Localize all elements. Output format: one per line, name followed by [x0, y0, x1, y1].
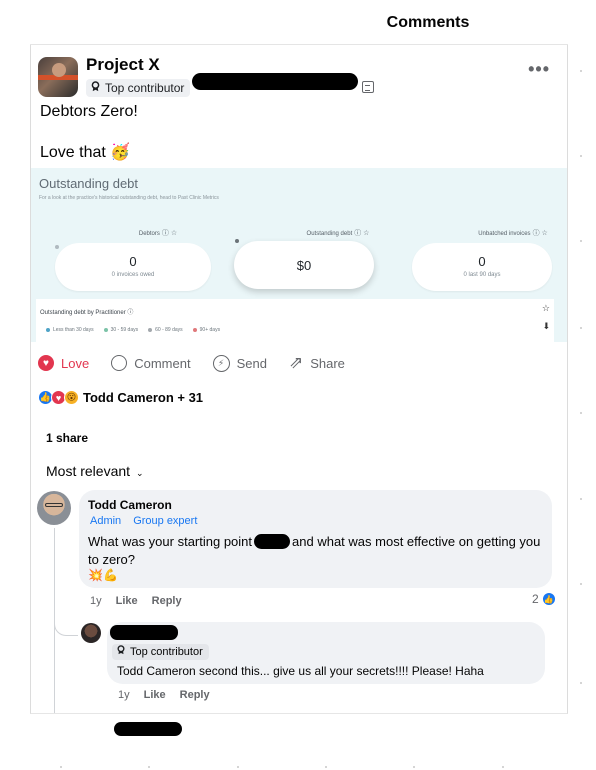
- badge-icon: [116, 644, 126, 660]
- like-comment-button[interactable]: Like: [116, 595, 138, 607]
- calendar-icon: [362, 81, 374, 93]
- love-button[interactable]: ♥ Love: [38, 355, 89, 371]
- metric-note: 0 invoices owed: [111, 272, 155, 278]
- metric-value: 0: [478, 254, 486, 269]
- radio-dot-selected: [235, 239, 239, 243]
- legend-swatch: [103, 328, 108, 332]
- metric-card-outstanding-debt: $0: [234, 241, 374, 289]
- metric-value: 0: [129, 254, 137, 269]
- metric-label-unbatched: Unbatched invoices ⓘ ☆: [478, 230, 548, 237]
- share-button[interactable]: ⇗ Share: [288, 353, 345, 372]
- comment-emoji: 💥💪: [88, 568, 118, 582]
- post-image-dashboard[interactable]: Outstanding debt For a look at the pract…: [31, 168, 567, 342]
- comment-text: What was your starting point and what was…: [88, 534, 541, 567]
- more-options-button[interactable]: •••: [528, 59, 550, 80]
- redacted-name: [110, 625, 178, 640]
- legend-swatch: [148, 328, 153, 332]
- post-frame-top-border: [30, 44, 568, 45]
- commenter-name[interactable]: Todd Cameron: [88, 498, 172, 512]
- reply-button[interactable]: Reply: [152, 595, 182, 607]
- badge-label: Top contributor: [105, 81, 185, 95]
- post-header: Project X Top contributor •••: [38, 55, 558, 97]
- avatar-face: [52, 63, 66, 77]
- group-expert-tag: Group expert: [133, 515, 198, 527]
- badge-icon: [90, 79, 101, 97]
- info-icon: ⓘ ☆: [354, 230, 370, 237]
- practitioner-title: Outstanding debt by Practitioner ⓘ: [40, 310, 134, 316]
- chevron-down-icon: ⌄: [136, 468, 144, 478]
- practitioner-section: Outstanding debt by Practitioner ⓘ Less …: [36, 299, 554, 342]
- post-author-name[interactable]: Project X: [86, 55, 160, 75]
- metric-note: 0 last 90 days: [463, 272, 501, 278]
- top-contributor-badge: Top contributor: [112, 644, 209, 660]
- reaction-text: Todd Cameron + 31: [83, 390, 204, 405]
- card-subtitle: For a look at the practice's historical …: [39, 195, 219, 201]
- commenter-avatar[interactable]: [37, 491, 71, 525]
- page-title: Comments: [386, 14, 470, 31]
- share-count[interactable]: 1 share: [46, 431, 88, 445]
- share-icon: ⇗: [288, 353, 304, 372]
- post-text-line-2: Love that 🥳: [40, 142, 130, 162]
- post-text: Love that: [40, 144, 106, 161]
- comment-sort-dropdown[interactable]: Most relevant ⌄: [46, 463, 144, 479]
- info-icon: ⓘ ☆: [532, 230, 548, 237]
- redacted-text: [114, 722, 182, 736]
- love-label: Love: [61, 355, 90, 371]
- like-reaction-icon: 👍: [541, 592, 556, 606]
- share-label: Share: [310, 355, 345, 371]
- post-action-bar: ♥ Love Comment ⚡ Send ⇗ Share: [38, 352, 367, 374]
- radio-dot: [55, 245, 59, 249]
- admin-tag: Admin: [90, 515, 122, 527]
- legend-swatch: [192, 328, 197, 332]
- like-reply-button[interactable]: Like: [144, 689, 166, 701]
- comment-icon: [111, 355, 128, 371]
- metric-card-debtors: 0 0 invoices owed: [55, 243, 211, 291]
- redacted-text: [192, 73, 358, 90]
- legend-swatch: [46, 328, 50, 332]
- legend-item: Less than 30 days: [46, 327, 94, 333]
- metric-label-outstanding: Outstanding debt ⓘ ☆: [306, 230, 370, 237]
- reply-avatar[interactable]: [81, 623, 101, 643]
- star-icon: ☆: [541, 303, 550, 313]
- badge-label: Top contributor: [130, 646, 203, 658]
- download-icon: ⬇: [542, 321, 550, 331]
- comment-label: Comment: [134, 355, 191, 371]
- heart-icon: ♥: [38, 355, 54, 371]
- metric-label-debtors: Debtors ⓘ ☆: [138, 230, 178, 237]
- chart-legend: Less than 30 days 30 - 59 days 60 - 89 d…: [46, 327, 220, 333]
- send-button[interactable]: ⚡ Send: [212, 354, 267, 372]
- legend-item: 30 - 59 days: [103, 327, 138, 333]
- post-text-line-1: Debtors Zero!: [40, 103, 138, 120]
- send-label: Send: [236, 355, 267, 371]
- party-face-emoji: 🥳: [110, 144, 131, 161]
- reply-connector: [54, 598, 78, 636]
- reply-to-reply-button[interactable]: Reply: [180, 689, 210, 701]
- comment-reaction-count[interactable]: 2 👍: [532, 592, 556, 606]
- card-title: Outstanding debt: [39, 176, 139, 191]
- comment-meta: 1y Like Reply: [90, 595, 182, 607]
- group-avatar[interactable]: [38, 57, 78, 97]
- legend-item: 90+ days: [192, 327, 220, 333]
- reply-text: Todd Cameron second this... give us all …: [117, 664, 484, 678]
- comment-bubble: Todd Cameron Admin Group expert What was…: [79, 490, 552, 588]
- avatar-glasses: [45, 503, 63, 507]
- reaction-summary[interactable]: 👍 ♥ 😮 Todd Cameron + 31: [38, 390, 203, 405]
- redacted-text: [254, 534, 291, 549]
- info-icon: ⓘ ☆: [161, 230, 178, 237]
- info-icon: ⓘ: [127, 310, 134, 316]
- reaction-count-value: 2: [532, 592, 539, 606]
- reply-time[interactable]: 1y: [118, 689, 130, 701]
- comment-button[interactable]: Comment: [111, 355, 191, 371]
- commenter-tags: Admin Group expert: [90, 515, 197, 527]
- legend-item: 60 - 89 days: [148, 327, 183, 333]
- messenger-icon: ⚡: [212, 354, 230, 372]
- reply-bubble: Top contributor Todd Cameron second this…: [107, 622, 545, 684]
- metric-card-unbatched: 0 0 last 90 days: [412, 243, 552, 291]
- sort-label: Most relevant: [46, 463, 131, 479]
- wow-reaction-icon: 😮: [64, 390, 79, 405]
- metric-value: $0: [296, 258, 312, 273]
- top-contributor-badge: Top contributor: [86, 79, 191, 97]
- comment-time[interactable]: 1y: [90, 595, 102, 607]
- reply-meta: 1y Like Reply: [118, 689, 210, 701]
